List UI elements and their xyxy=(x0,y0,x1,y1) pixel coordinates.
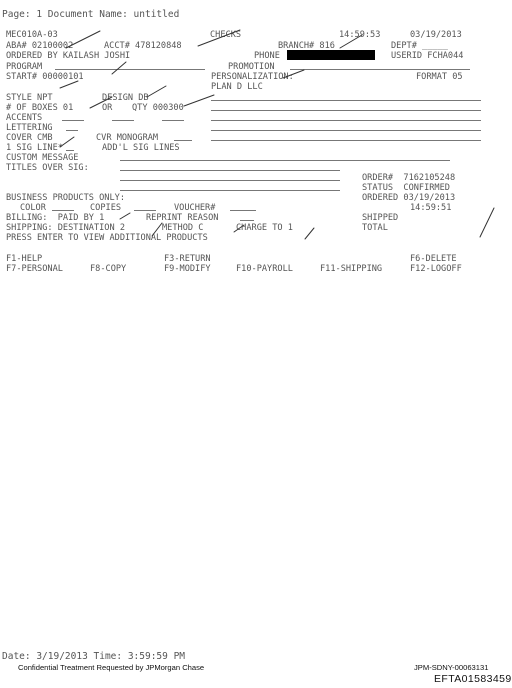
f7-personal-key[interactable]: F7-PERSONAL xyxy=(6,264,63,274)
accents-label: ACCENTS xyxy=(6,113,43,123)
lettering-label: LETTERING xyxy=(6,123,53,133)
account-number: ACCT# 478120848 xyxy=(104,41,182,51)
voucher-label: VOUCHER# xyxy=(174,203,216,213)
color-field[interactable] xyxy=(52,210,74,211)
addl-sig-lines-label: ADD'L SIG LINES xyxy=(102,143,180,153)
screen-date: 03/19/2013 xyxy=(410,30,462,40)
copies-label: COPIES xyxy=(90,203,122,213)
f3-return-key[interactable]: F3-RETURN xyxy=(164,254,211,264)
order-number: ORDER# 7162105248 xyxy=(362,173,456,183)
f1-help-key[interactable]: F1-HELP xyxy=(6,254,42,264)
copies-field[interactable] xyxy=(134,210,156,211)
format-value: FORMAT 05 xyxy=(416,72,463,82)
f12-logoff-key[interactable]: F12-LOGOFF xyxy=(410,264,462,274)
order-time: 14:59:51 xyxy=(410,203,452,213)
shipping-destination: SHIPPING: DESTINATION 2 xyxy=(6,223,125,233)
billing-paid-by: BILLING: PAID BY 1 xyxy=(6,213,105,223)
shipping-method: METHOD C xyxy=(162,223,204,233)
handwritten-checkmarks xyxy=(59,29,495,240)
titles-over-sig-line-3[interactable] xyxy=(120,190,340,191)
f10-payroll-key[interactable]: F10-PAYROLL xyxy=(236,264,293,274)
color-label: COLOR xyxy=(20,203,46,213)
accents-field-2[interactable] xyxy=(112,120,134,121)
personalization-line-3[interactable] xyxy=(211,110,481,111)
ordered-by: ORDERED BY KAILASH JOSHI xyxy=(6,51,131,61)
titles-over-sig-line-1[interactable] xyxy=(120,170,340,171)
reprint-reason-field[interactable] xyxy=(240,220,254,221)
personalization-line-4[interactable] xyxy=(211,120,481,121)
bates-number: EFTA01583459 xyxy=(434,673,512,685)
or-label: OR xyxy=(102,103,113,113)
screen-time: 14:59:53 xyxy=(339,30,381,40)
shipped-label: SHIPPED xyxy=(362,213,399,223)
style-value: STYLE NPT xyxy=(6,93,53,103)
start-number: START# 00000101 xyxy=(6,72,84,82)
sig-line-label: 1 SIG LINE* xyxy=(6,143,63,153)
design-value: DESIGN DB xyxy=(102,93,149,103)
charge-to: CHARGE TO 1 xyxy=(236,223,293,233)
voucher-field[interactable] xyxy=(230,210,256,211)
f6-delete-key[interactable]: F6-DELETE xyxy=(410,254,457,264)
order-date: ORDERED 03/19/2013 xyxy=(362,193,456,203)
section-title: CHECKS xyxy=(210,30,242,40)
personalization-line-5[interactable] xyxy=(211,130,481,131)
order-status: STATUS CONFIRMED xyxy=(362,183,450,193)
page-header: Page: 1 Document Name: untitled xyxy=(2,9,180,20)
sig-line-field[interactable] xyxy=(66,150,74,151)
promotion-field[interactable] xyxy=(290,69,470,70)
personalization-line-1: PLAN D LLC xyxy=(211,82,263,92)
footer-date-time: Date: 3/19/2013 Time: 3:59:59 PM xyxy=(2,651,186,662)
accents-field-3[interactable] xyxy=(162,120,184,121)
quantity-value: QTY 000300 xyxy=(132,103,184,113)
reprint-reason-label: REPRINT REASON xyxy=(146,213,219,223)
cover-value: COVER CMB xyxy=(6,133,53,143)
confidential-notice: Confidential Treatment Requested by JPMo… xyxy=(18,663,205,672)
phone-redaction xyxy=(287,50,375,60)
f8-copy-key[interactable]: F8-COPY xyxy=(90,264,126,274)
cover-monogram-field[interactable] xyxy=(174,140,192,141)
f11-shipping-key[interactable]: F11-SHIPPING xyxy=(320,264,382,274)
personalization-line-2[interactable] xyxy=(211,100,481,101)
program-field[interactable] xyxy=(55,69,205,70)
phone-label: PHONE xyxy=(254,51,280,61)
custom-message-label: CUSTOM MESSAGE xyxy=(6,153,79,163)
custom-message-field[interactable] xyxy=(120,160,450,161)
titles-over-sig-line-2[interactable] xyxy=(120,180,340,181)
dept-field[interactable]: DEPT# _____ xyxy=(391,41,448,51)
cover-monogram-label: CVR MONOGRAM xyxy=(96,133,159,143)
accents-field-1[interactable] xyxy=(62,120,84,121)
titles-over-sig-label: TITLES OVER SIG: xyxy=(6,163,89,173)
personalization-line-6[interactable] xyxy=(211,140,481,141)
personalization-label: PERSONALIZATION: xyxy=(211,72,294,82)
aba-number: ABA# 02100002 xyxy=(6,41,74,51)
business-products-label: BUSINESS PRODUCTS ONLY: xyxy=(6,193,125,203)
total-label: TOTAL xyxy=(362,223,388,233)
press-enter-instruction: PRESS ENTER TO VIEW ADDITIONAL PRODUCTS xyxy=(6,233,208,243)
screen-id: MEC010A-03 xyxy=(6,30,58,40)
program-label: PROGRAM xyxy=(6,62,43,72)
lettering-field[interactable] xyxy=(66,130,78,131)
promotion-label: PROMOTION xyxy=(228,62,275,72)
f9-modify-key[interactable]: F9-MODIFY xyxy=(164,264,211,274)
user-id: USERID FCHA044 xyxy=(391,51,464,61)
boxes-count: # OF BOXES 01 xyxy=(6,103,74,113)
document-id: JPM-SDNY-00063131 xyxy=(414,663,489,672)
